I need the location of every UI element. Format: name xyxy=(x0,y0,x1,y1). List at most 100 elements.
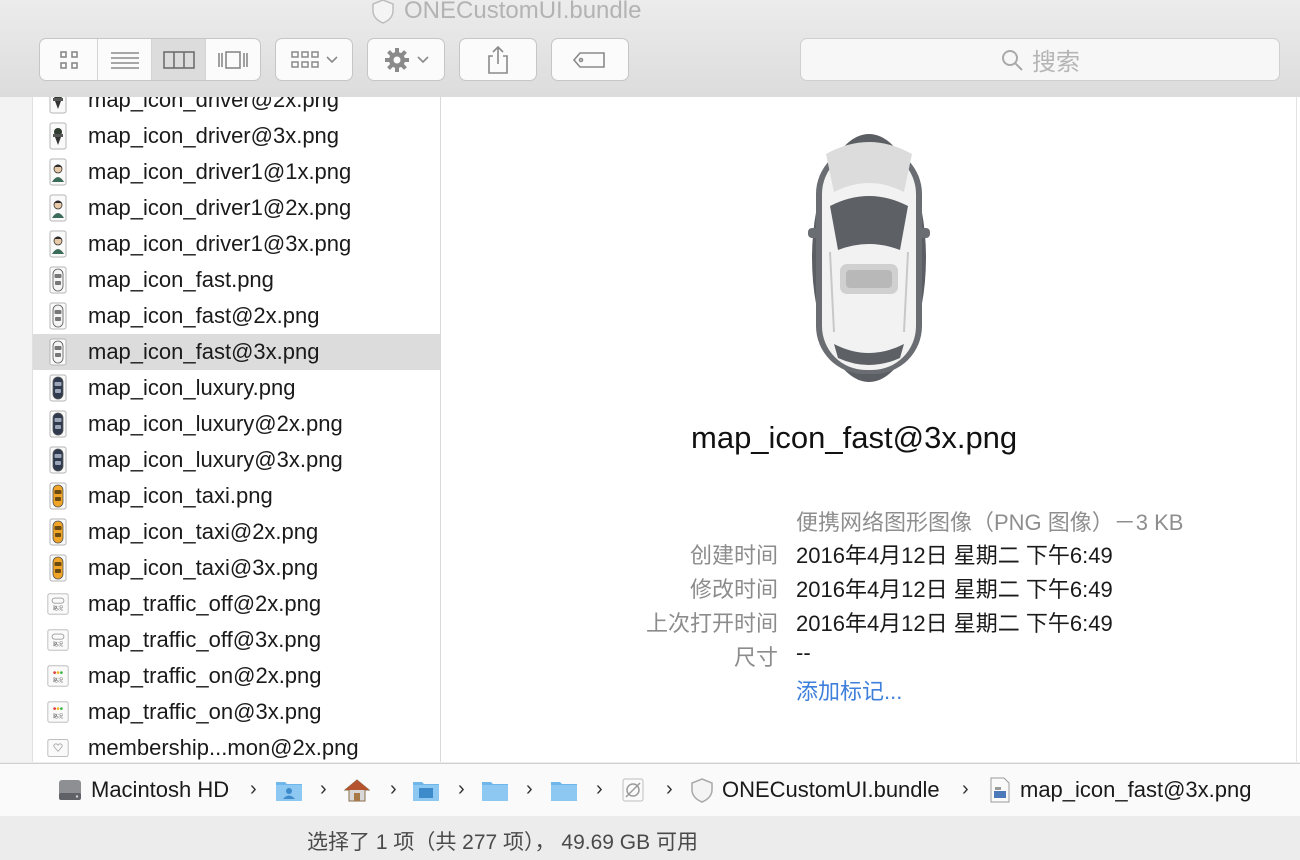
taxi-car-icon xyxy=(47,482,69,510)
column-view-icon xyxy=(162,50,195,69)
file-list-item[interactable]: 路况 map_traffic_on@2x.png xyxy=(33,658,440,694)
tag-button[interactable] xyxy=(551,38,629,81)
file-list-item[interactable]: map_icon_luxury@2x.png xyxy=(33,406,440,442)
meta-label: 尺寸 xyxy=(733,645,778,670)
folder-icon xyxy=(482,782,508,801)
file-name: map_traffic_on@2x.png xyxy=(88,663,322,688)
path-item-current-file[interactable]: map_icon_fast@3x.png xyxy=(988,776,1251,804)
file-list-item[interactable]: 路况 map_traffic_off@2x.png xyxy=(33,586,440,622)
traffic-off-icon: 路况 xyxy=(47,626,69,654)
search-field[interactable]: 搜索 xyxy=(800,38,1280,81)
file-list-item[interactable]: map_icon_driver1@1x.png xyxy=(33,154,440,190)
dark-car-icon xyxy=(47,410,69,438)
membership-icon xyxy=(47,734,69,762)
xcode-project-icon xyxy=(622,778,644,802)
path-separator: › xyxy=(250,778,257,800)
meta-value: 2016年4月12日 星期二 下午6:49 xyxy=(796,543,1113,568)
preview-kind-size: 便携网络图形图像（PNG 图像）－3 KB xyxy=(796,510,1184,535)
meta-value: -- xyxy=(796,640,811,665)
path-separator: › xyxy=(962,778,969,800)
path-separator: › xyxy=(666,778,673,800)
window-title: ONECustomUI.bundle xyxy=(370,0,641,26)
list-view-button[interactable] xyxy=(98,39,152,80)
arrange-button[interactable] xyxy=(275,38,353,81)
path-item-macintosh-hd[interactable]: Macintosh HD xyxy=(57,776,229,804)
white-car-icon xyxy=(47,302,69,330)
status-text: 选择了 1 项（共 277 项）， 49.69 GB 可用 xyxy=(307,831,698,854)
meta-label: 上次打开时间 xyxy=(645,611,778,636)
previous-column-edge[interactable] xyxy=(0,97,33,762)
path-item-label: map_icon_fast@3x.png xyxy=(1020,777,1252,802)
meta-row-created: 创建时间 2016年4月12日 星期二 下午6:49 xyxy=(441,538,1296,568)
file-list-item[interactable]: map_icon_taxi@2x.png xyxy=(33,514,440,550)
chevron-down-icon xyxy=(326,55,338,63)
meta-row-last-opened: 上次打开时间 2016年4月12日 星期二 下午6:49 xyxy=(441,606,1296,636)
coverflow-view-button[interactable] xyxy=(206,39,260,80)
meta-row-dimensions: 尺寸 -- xyxy=(441,640,1296,670)
file-name: map_icon_luxury.png xyxy=(88,375,296,400)
path-bar: Macintosh HD › › › › › › › ONECustomUI.b… xyxy=(0,763,1300,817)
svg-text:路况: 路况 xyxy=(53,605,63,612)
file-name: map_traffic_on@3x.png xyxy=(88,699,322,724)
path-separator: › xyxy=(596,778,603,800)
file-list-column[interactable]: map_icon_driver@2x.png map_icon_driver@3x… xyxy=(33,97,441,762)
taxi-car-icon xyxy=(47,554,69,582)
file-list-item[interactable]: map_icon_driver1@2x.png xyxy=(33,190,440,226)
file-list-item[interactable]: map_icon_fast@3x.png xyxy=(33,334,440,370)
path-item-folder[interactable] xyxy=(550,776,578,804)
meta-row-modified: 修改时间 2016年4月12日 星期二 下午6:49 xyxy=(441,572,1296,602)
search-placeholder: 搜索 xyxy=(1032,49,1080,76)
meta-value: 2016年4月12日 星期二 下午6:49 xyxy=(796,577,1113,602)
file-list-item[interactable]: map_icon_driver@2x.png xyxy=(33,97,440,118)
file-list-item[interactable]: map_icon_taxi@3x.png xyxy=(33,550,440,586)
file-list-item[interactable]: 路况 map_traffic_on@3x.png xyxy=(33,694,440,730)
file-name: map_icon_driver@2x.png xyxy=(88,97,340,112)
file-name: map_icon_fast@2x.png xyxy=(88,303,320,328)
preview-file-name: map_icon_fast@3x.png xyxy=(691,420,1018,455)
action-button[interactable] xyxy=(367,38,445,81)
file-list-item[interactable]: map_icon_luxury.png xyxy=(33,370,440,406)
preview-pane: map_icon_fast@3x.png 便携网络图形图像（PNG 图像）－3 … xyxy=(441,97,1296,762)
driver-avatar-icon xyxy=(47,158,69,186)
home-icon xyxy=(344,779,370,802)
add-tags-link[interactable]: 添加标记... xyxy=(796,674,902,706)
white-car-preview-image xyxy=(808,134,930,382)
file-name: map_icon_driver1@2x.png xyxy=(88,195,352,220)
driver-pin-icon xyxy=(47,97,69,114)
path-item-folder[interactable] xyxy=(412,776,440,804)
file-list-item[interactable]: map_icon_driver1@3x.png xyxy=(33,226,440,262)
folder-icon xyxy=(413,782,439,801)
file-name: map_icon_driver1@1x.png xyxy=(88,159,352,184)
coverflow-view-icon xyxy=(218,50,248,69)
file-list-item[interactable]: 路况 map_traffic_off@3x.png xyxy=(33,622,440,658)
file-list-item[interactable]: map_icon_taxi.png xyxy=(33,478,440,514)
file-name: map_icon_taxi@3x.png xyxy=(88,555,319,580)
path-item-home[interactable] xyxy=(344,776,370,804)
path-item-project[interactable] xyxy=(620,776,646,804)
driver-pin-icon xyxy=(47,122,69,150)
traffic-on-icon: 路况 xyxy=(47,698,69,726)
white-car-icon xyxy=(47,338,69,366)
driver-avatar-icon xyxy=(47,194,69,222)
path-item-folder[interactable] xyxy=(481,776,509,804)
file-list-item[interactable]: map_icon_luxury@3x.png xyxy=(33,442,440,478)
arrange-icon xyxy=(291,50,319,68)
meta-label: 创建时间 xyxy=(689,543,778,568)
meta-value: 2016年4月12日 星期二 下午6:49 xyxy=(796,611,1113,636)
file-name: map_icon_fast.png xyxy=(88,267,274,292)
gear-icon xyxy=(385,47,409,72)
meta-label: 修改时间 xyxy=(689,577,778,602)
file-list-item[interactable]: membership...mon@2x.png xyxy=(33,730,440,762)
file-list-item[interactable]: map_icon_fast@2x.png xyxy=(33,298,440,334)
file-list-item[interactable]: map_icon_fast.png xyxy=(33,262,440,298)
file-name: map_traffic_off@3x.png xyxy=(88,627,322,652)
bundle-shield-icon xyxy=(372,0,394,24)
path-item-user[interactable] xyxy=(275,776,303,804)
path-item-bundle[interactable]: ONECustomUI.bundle xyxy=(690,776,940,804)
share-button[interactable] xyxy=(459,38,537,81)
file-name: map_icon_taxi.png xyxy=(88,483,273,508)
column-view-button[interactable] xyxy=(152,39,206,80)
file-list-item[interactable]: map_icon_driver@3x.png xyxy=(33,118,440,154)
icon-view-button[interactable] xyxy=(40,39,98,80)
view-mode-control xyxy=(39,38,261,81)
